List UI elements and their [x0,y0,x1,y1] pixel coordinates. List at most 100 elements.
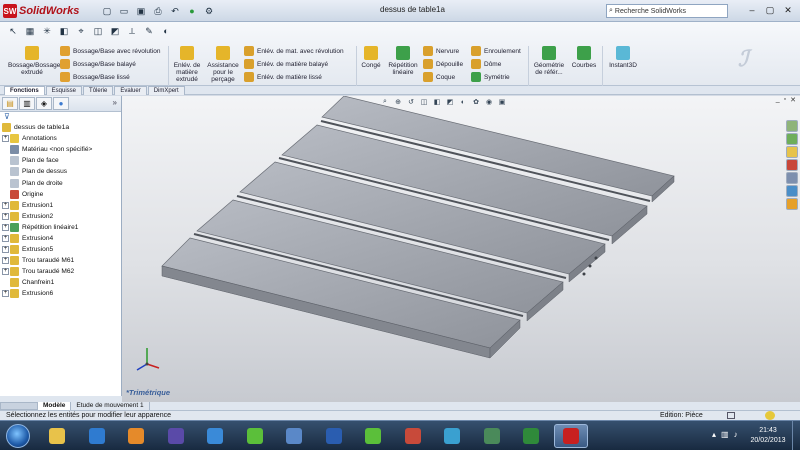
taskbar-app-button[interactable] [80,424,114,448]
draft-button[interactable]: Dépouille [423,58,463,70]
tree-item[interactable]: + Annotations [2,133,121,144]
mirror-button[interactable]: Symétrie [471,71,510,83]
tree-item[interactable]: + Répétition linéaire1 [2,222,121,233]
tab-fonctions[interactable]: Fonctions [4,86,45,95]
expand-pane-icon[interactable]: » [113,98,117,107]
taskbar-app-button[interactable] [277,424,311,448]
expand-icon[interactable]: + [2,212,9,220]
solidworks-logo[interactable]: SW SolidWorks [3,3,81,19]
expand-icon[interactable]: + [2,223,9,231]
network-tray-icon[interactable]: ▥ [721,430,729,439]
grid-icon[interactable]: ▦ [23,25,37,38]
resources-icon[interactable] [786,120,798,132]
taskbar-app-button[interactable] [553,424,588,448]
instant3d-button[interactable]: Instant3D [606,46,640,69]
appearances-icon[interactable] [786,185,798,197]
tree-item[interactable]: Matériau <non spécifié> [2,144,121,155]
tree-root[interactable]: dessus de table1a [2,122,121,133]
section-icon[interactable]: ◫ [91,25,105,38]
custom-properties-icon[interactable] [786,198,798,210]
expand-icon[interactable]: + [2,290,9,298]
taskbar-app-button[interactable] [119,424,153,448]
minimize-icon[interactable]: – [744,3,760,17]
expand-icon[interactable]: + [2,234,9,242]
select-icon[interactable]: ↖ [6,25,20,38]
start-button-icon[interactable] [6,424,30,448]
search-results-icon[interactable] [786,159,798,171]
measure-icon[interactable]: ⌖ [74,25,88,38]
tree-item[interactable]: + Extrusion5 [2,244,121,255]
tree-item[interactable]: + Trou taraudé M61 [2,255,121,266]
loft-boss-button[interactable]: Bossage/Base lissé [60,71,130,83]
close-icon[interactable]: ✕ [780,3,796,17]
boss-extrude-button[interactable]: Bossage/Bossage extrudé [8,46,60,76]
property-manager-tab-icon[interactable]: ▥ [19,97,35,110]
restore-icon[interactable]: ▢ [762,3,778,17]
open-icon[interactable]: ▭ [117,5,131,18]
tree-item[interactable]: + Extrusion6 [2,288,121,299]
options-icon[interactable]: ⚙ [202,5,216,18]
rebuild-small-icon[interactable]: ✳ [40,25,54,38]
tab-evaluer[interactable]: Evaluer [114,86,147,95]
taskbar-app-button[interactable] [40,424,74,448]
taskbar-app-button[interactable] [435,424,469,448]
search-box[interactable]: ⌕ Recherche SolidWorks [606,4,728,18]
sketch-icon[interactable]: ✎ [142,25,156,38]
taskbar-app-button[interactable] [396,424,430,448]
tree-item[interactable]: + Extrusion1 [2,200,121,211]
file-explorer-icon[interactable] [786,146,798,158]
tree-item[interactable]: Plan de face [2,155,121,166]
clock[interactable]: 21:43 20/02/2013 [748,426,788,446]
taskbar-app-button[interactable] [475,424,509,448]
linear-pattern-button[interactable]: Répétition linéaire [386,46,420,76]
tree-item[interactable]: Origine [2,189,121,200]
reference-geometry-button[interactable]: Géométrie de référ... [530,46,568,76]
tab-scrollbar[interactable] [0,402,38,410]
swept-cut-button[interactable]: Enlév. de matière balayé [244,58,328,70]
show-desktop-button[interactable] [792,421,800,450]
tab-motion-study[interactable]: Etude de mouvement 1 [71,402,150,410]
graphics-viewport[interactable]: ⌕ ⊕ ↺ ◫ ◧ ◩ ◐ ✿ ◉ ▣ _ ▫ ✕ *Trimétrique [122,96,800,402]
dome-button[interactable]: Dôme [471,58,501,70]
fillet-button[interactable]: Congé [358,46,384,69]
swept-boss-button[interactable]: Bossage/Base balayé [60,58,136,70]
cut-extrude-button[interactable]: Enlév. de matière extrudé [172,46,202,83]
taskbar-app-button[interactable] [159,424,193,448]
hole-wizard-button[interactable]: Assistance pour le perçage [205,46,241,83]
help-icon[interactable] [765,411,775,420]
tab-model[interactable]: Modèle [38,402,72,410]
view-orient-icon[interactable]: ◧ [57,25,71,38]
tab-dimxpert[interactable]: DimXpert [147,86,185,95]
tree-item[interactable]: Plan de dessus [2,166,121,177]
hide-show-icon[interactable]: ◐ [159,25,173,38]
configuration-tab-icon[interactable]: ◈ [36,97,52,110]
tree-item[interactable]: Plan de droite [2,177,121,188]
volume-icon[interactable]: ♪ [734,430,738,439]
taskbar-app-button[interactable] [514,424,548,448]
tree-item[interactable]: + Extrusion4 [2,233,121,244]
tree-item[interactable]: Chanfrein1 [2,277,121,288]
expand-icon[interactable]: + [2,257,9,265]
print-icon[interactable]: ⎙ [151,5,165,18]
expand-icon[interactable]: + [2,246,9,254]
tab-tolerie[interactable]: Tôlerie [83,86,114,95]
rebuild-icon[interactable]: ● [185,5,199,18]
design-library-icon[interactable] [786,133,798,145]
expand-icon[interactable]: + [2,201,9,209]
expand-icon[interactable]: + [2,268,9,276]
save-icon[interactable]: ▣ [134,5,148,18]
rebuild-status-icon[interactable] [727,412,735,419]
new-icon[interactable]: ▢ [100,5,114,18]
taskbar-app-button[interactable] [317,424,351,448]
tab-esquisse[interactable]: Esquisse [45,86,83,95]
tree-item[interactable]: + Trou taraudé M62 [2,266,121,277]
appearance-tab-icon[interactable]: ● [53,97,69,110]
smart-dim-icon[interactable]: ⟂ [125,25,139,38]
wrap-button[interactable]: Enroulement [471,45,521,57]
filter-icon[interactable]: ⊽ [0,112,121,122]
loft-cut-button[interactable]: Enlév. de matière lissé [244,71,322,83]
taskbar-app-button[interactable] [356,424,390,448]
tray-arrow-icon[interactable]: ▴ [712,430,716,439]
curves-button[interactable]: Courbes [570,46,598,69]
taskbar-app-button[interactable] [198,424,232,448]
